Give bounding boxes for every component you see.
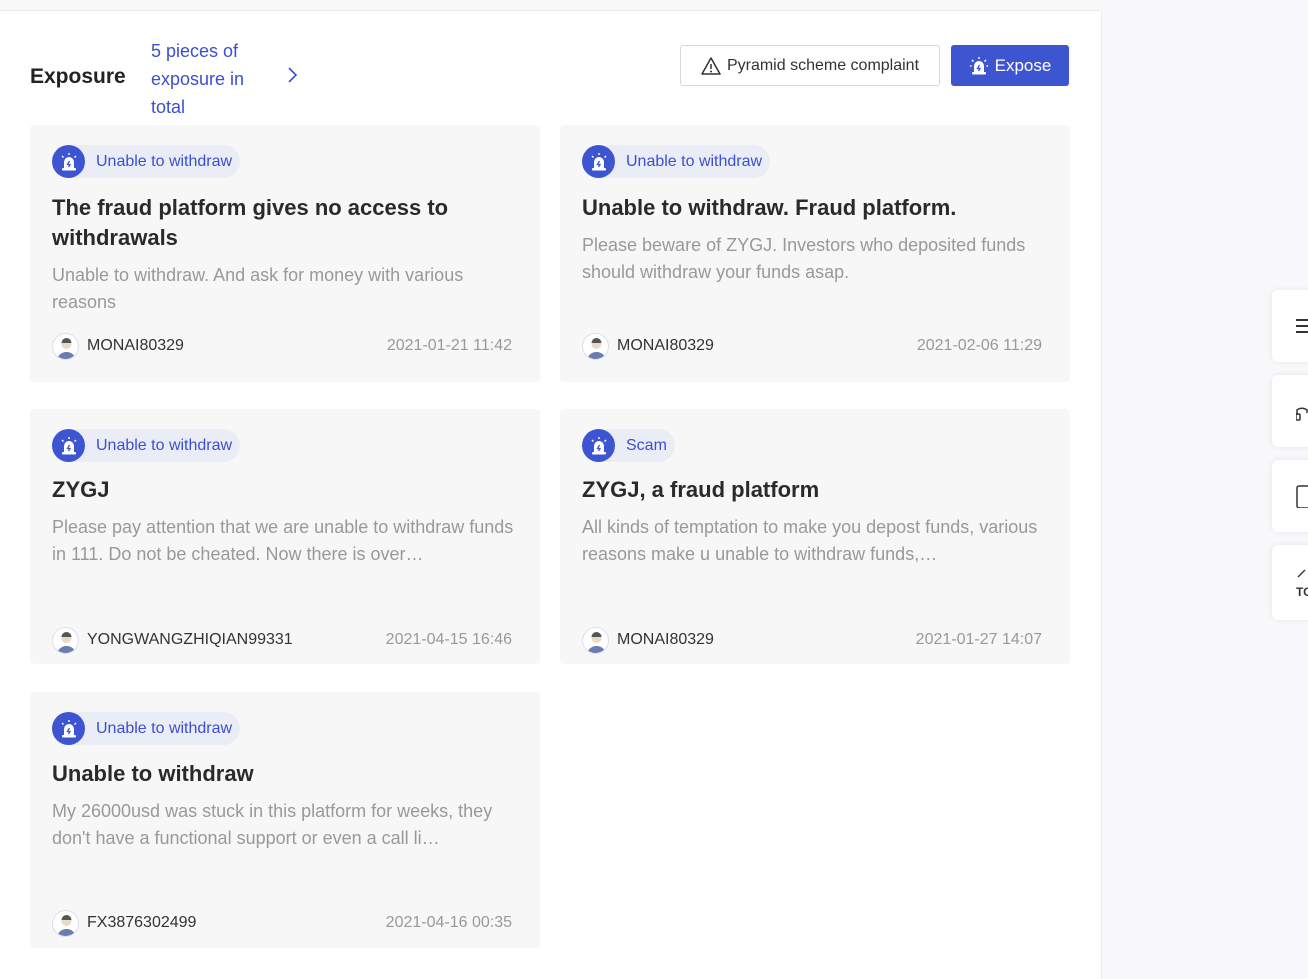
alarm-light-icon	[52, 712, 85, 745]
exposure-card[interactable]: Scam ZYGJ, a fraud platform All kinds of…	[560, 409, 1070, 664]
card-title: The fraud platform gives no access to wi…	[52, 195, 449, 250]
card-body: Unable to withdraw. And ask for money wi…	[52, 265, 464, 312]
category-tag-label: Scam	[626, 436, 667, 454]
card-title: Unable to withdraw. Fraud platform.	[582, 195, 957, 220]
exposure-card[interactable]: Unable to withdraw ZYGJ Please pay atten…	[30, 409, 540, 664]
menu-icon	[1296, 319, 1308, 333]
alarm-light-icon	[582, 429, 615, 462]
pyramid-scheme-complaint-button[interactable]: Pyramid scheme complaint	[680, 45, 940, 86]
card-body: Please beware of ZYGJ. Investors who dep…	[582, 235, 1026, 282]
complaint-label: Pyramid scheme complaint	[726, 56, 920, 74]
exposure-header: Exposure 5 pieces of exposure in total P…	[30, 25, 1070, 117]
avatar	[52, 627, 79, 654]
category-tag-label: Unable to withdraw	[96, 436, 233, 454]
back-to-top-label: TO	[1296, 584, 1308, 599]
warning-icon	[701, 56, 721, 75]
card-title: ZYGJ, a fraud platform	[582, 477, 820, 502]
alarm-light-icon	[52, 429, 85, 462]
exposure-card[interactable]: Unable to withdraw The fraud platform gi…	[30, 125, 540, 382]
side-menu-button[interactable]	[1272, 290, 1308, 362]
author-name: FX3876302499	[87, 914, 197, 931]
category-tag: Unable to withdraw	[52, 145, 241, 178]
post-date: 2021-02-06 11:29	[916, 337, 1042, 354]
chevron-right-icon[interactable]	[285, 65, 301, 85]
author-name: MONAI80329	[617, 337, 714, 354]
alarm-light-icon	[969, 56, 988, 74]
category-tag: Unable to withdraw	[52, 429, 241, 462]
phone-icon	[1296, 485, 1308, 508]
avatar	[52, 333, 79, 360]
category-tag-label: Unable to withdraw	[96, 719, 233, 737]
card-body: Please pay attention that we are unable …	[52, 517, 514, 564]
card-title: Unable to withdraw	[52, 761, 254, 786]
category-tag: Unable to withdraw	[52, 712, 241, 745]
card-body: All kinds of temptation to make you depo…	[582, 517, 1038, 564]
category-tag: Scam	[582, 429, 675, 462]
category-tag-label: Unable to withdraw	[626, 152, 763, 170]
post-date: 2021-04-15 16:46	[385, 631, 512, 648]
avatar	[582, 627, 609, 654]
author-name: MONAI80329	[87, 337, 184, 354]
side-mobile-button[interactable]	[1272, 460, 1308, 532]
category-tag: Unable to withdraw	[582, 145, 771, 178]
arrow-up-icon	[1297, 569, 1306, 577]
page-title: Exposure	[30, 65, 126, 88]
card-title: ZYGJ	[52, 477, 110, 502]
author-name: YONGWANGZHIQIAN99331	[87, 631, 293, 648]
post-date: 2021-01-27 14:07	[915, 631, 1042, 648]
post-date: 2021-01-21 11:42	[386, 337, 512, 354]
headset-icon	[1296, 407, 1308, 421]
alarm-light-icon	[582, 145, 615, 178]
author-name: MONAI80329	[617, 631, 714, 648]
exposure-count-link[interactable]: 5 pieces of exposure in total	[151, 37, 271, 121]
back-to-top-button[interactable]: TO	[1272, 545, 1308, 620]
avatar	[582, 333, 609, 360]
card-body: My 26000usd was stuck in this platform f…	[52, 801, 493, 848]
side-support-button[interactable]	[1272, 375, 1308, 447]
alarm-light-icon	[52, 145, 85, 178]
exposure-panel: Exposure 5 pieces of exposure in total P…	[0, 10, 1102, 979]
exposure-card[interactable]: Unable to withdraw Unable to withdraw. F…	[560, 125, 1070, 382]
expose-label: Expose	[994, 55, 1052, 75]
avatar	[52, 910, 79, 937]
post-date: 2021-04-16 00:35	[385, 914, 512, 931]
expose-button[interactable]: Expose	[951, 45, 1069, 86]
category-tag-label: Unable to withdraw	[96, 152, 233, 170]
exposure-card[interactable]: Unable to withdraw Unable to withdraw My…	[30, 692, 540, 948]
